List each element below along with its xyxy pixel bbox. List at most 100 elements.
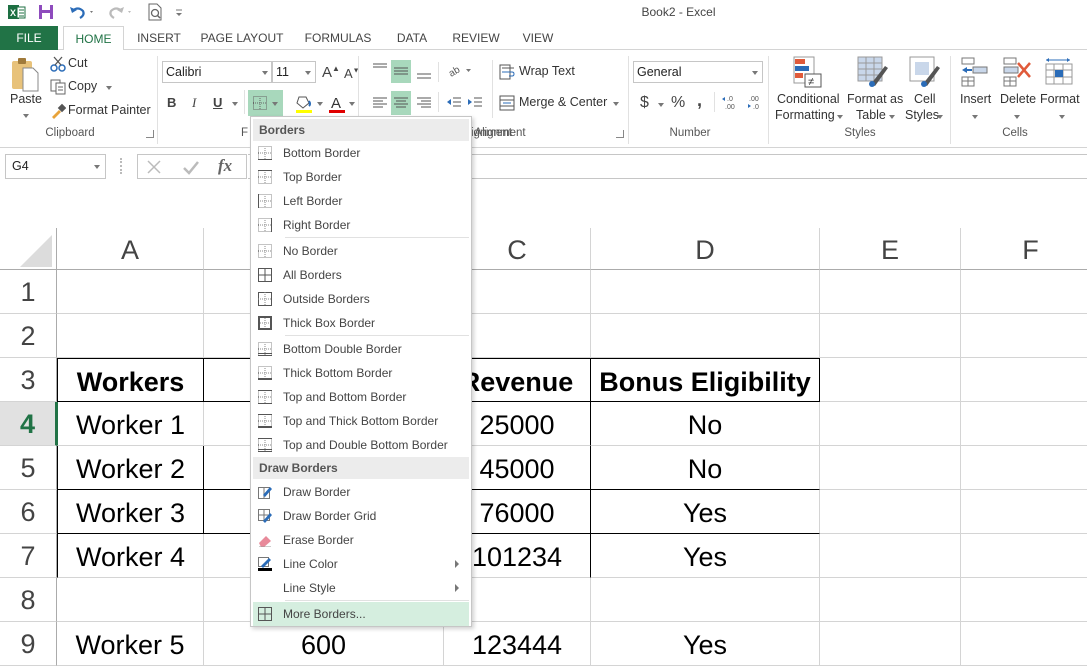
menu-item-right-border[interactable]: Right Border bbox=[253, 213, 469, 237]
italic-button[interactable]: I bbox=[192, 95, 196, 111]
align-right-icon[interactable] bbox=[416, 96, 432, 110]
format-cells-button[interactable]: Format bbox=[1039, 54, 1085, 124]
insert-function-button[interactable]: fx bbox=[218, 156, 232, 176]
menu-item-all-borders[interactable]: All Borders bbox=[253, 263, 469, 287]
cell-e4[interactable] bbox=[820, 402, 961, 446]
row-header-3[interactable]: 3 bbox=[0, 358, 57, 402]
tab-review[interactable]: REVIEW bbox=[448, 26, 504, 50]
increase-font-size-icon[interactable]: A▲ bbox=[322, 64, 340, 81]
cell-a4[interactable]: Worker 1 bbox=[57, 402, 204, 446]
merge-center-button[interactable]: Merge & Center bbox=[499, 93, 621, 113]
cell-f7[interactable] bbox=[961, 534, 1087, 578]
row-header-7[interactable]: 7 bbox=[0, 534, 57, 578]
middle-align-button[interactable] bbox=[391, 60, 411, 83]
cell-e3[interactable] bbox=[820, 358, 961, 402]
conditional-formatting-button[interactable]: ≠ Conditional Formatting bbox=[773, 54, 843, 124]
menu-item-left-border[interactable]: Left Border bbox=[253, 189, 469, 213]
increase-indent-icon[interactable] bbox=[467, 96, 483, 110]
cell-d6[interactable]: Yes bbox=[591, 490, 820, 534]
enter-check-icon[interactable] bbox=[182, 159, 200, 175]
cell-e1[interactable] bbox=[820, 270, 961, 314]
tab-home[interactable]: HOME bbox=[63, 26, 124, 51]
underline-dropdown-arrow[interactable] bbox=[232, 102, 238, 106]
row-header-2[interactable]: 2 bbox=[0, 314, 57, 358]
cell-a8[interactable] bbox=[57, 578, 204, 622]
cell-a9[interactable]: Worker 5 bbox=[57, 622, 204, 666]
row-header-5[interactable]: 5 bbox=[0, 446, 57, 490]
cell-e2[interactable] bbox=[820, 314, 961, 358]
menu-item-erase-border[interactable]: Erase Border bbox=[253, 528, 469, 552]
cell-f6[interactable] bbox=[961, 490, 1087, 534]
cell-a3[interactable]: Workers bbox=[57, 358, 204, 402]
menu-item-top-and-bottom-border[interactable]: Top and Bottom Border bbox=[253, 385, 469, 409]
cell-f2[interactable] bbox=[961, 314, 1087, 358]
paste-button[interactable]: Paste bbox=[4, 54, 46, 120]
tab-data[interactable]: DATA bbox=[390, 26, 434, 50]
bold-button[interactable]: B bbox=[167, 95, 176, 110]
cell-a5[interactable]: Worker 2 bbox=[57, 446, 204, 490]
cell-d1[interactable] bbox=[591, 270, 820, 314]
cell-d2[interactable] bbox=[591, 314, 820, 358]
currency-format-button[interactable]: $ bbox=[640, 94, 649, 112]
cell-e9[interactable] bbox=[820, 622, 961, 666]
cell-d9[interactable]: Yes bbox=[591, 622, 820, 666]
menu-item-draw-border-grid[interactable]: Draw Border Grid bbox=[253, 504, 469, 528]
cell-e5[interactable] bbox=[820, 446, 961, 490]
cell-e7[interactable] bbox=[820, 534, 961, 578]
currency-dropdown-arrow[interactable] bbox=[658, 103, 664, 107]
cell-f5[interactable] bbox=[961, 446, 1087, 490]
tab-view[interactable]: VIEW bbox=[518, 26, 558, 50]
menu-item-top-and-double-bottom-border[interactable]: Top and Double Bottom Border bbox=[253, 433, 469, 457]
menu-item-top-border[interactable]: Top Border bbox=[253, 165, 469, 189]
fill-color-dropdown-arrow[interactable] bbox=[317, 102, 323, 106]
menu-item-more-borders[interactable]: More Borders... bbox=[253, 602, 469, 626]
cell-a2[interactable] bbox=[57, 314, 204, 358]
cell-e6[interactable] bbox=[820, 490, 961, 534]
font-name-dropdown[interactable]: Calibri bbox=[162, 61, 272, 83]
menu-item-bottom-border[interactable]: Bottom Border bbox=[253, 141, 469, 165]
delete-cells-button[interactable]: Delete bbox=[997, 54, 1037, 124]
decrease-decimal-icon[interactable]: .00.0 bbox=[745, 94, 763, 110]
format-painter-button[interactable]: Format Painter bbox=[48, 102, 151, 120]
cell-b9[interactable]: 600 bbox=[204, 622, 444, 666]
comma-style-button[interactable]: , bbox=[697, 90, 702, 111]
tab-insert[interactable]: INSERT bbox=[132, 26, 186, 50]
decrease-indent-icon[interactable] bbox=[446, 96, 462, 110]
cancel-icon[interactable] bbox=[146, 159, 162, 175]
menu-item-thick-bottom-border[interactable]: Thick Bottom Border bbox=[253, 361, 469, 385]
column-header-e[interactable]: E bbox=[820, 228, 961, 270]
row-header-4[interactable]: 4 bbox=[0, 402, 57, 446]
menu-item-no-border[interactable]: No Border bbox=[253, 239, 469, 263]
center-align-button[interactable] bbox=[391, 91, 411, 115]
orientation-icon[interactable]: ab bbox=[447, 62, 473, 78]
column-header-a[interactable]: A bbox=[57, 228, 204, 270]
number-format-dropdown[interactable]: General bbox=[633, 61, 763, 83]
column-header-f[interactable]: F bbox=[961, 228, 1087, 270]
menu-item-line-style[interactable]: Line Style bbox=[253, 576, 469, 600]
column-header-d[interactable]: D bbox=[591, 228, 820, 270]
cell-f4[interactable] bbox=[961, 402, 1087, 446]
menu-item-line-color[interactable]: Line Color bbox=[253, 552, 469, 576]
menu-item-top-and-thick-bottom-border[interactable]: Top and Thick Bottom Border bbox=[253, 409, 469, 433]
align-left-icon[interactable] bbox=[372, 96, 388, 110]
cell-a1[interactable] bbox=[57, 270, 204, 314]
cell-f1[interactable] bbox=[961, 270, 1087, 314]
fill-color-button[interactable] bbox=[295, 94, 313, 114]
formula-bar-splitter[interactable] bbox=[120, 158, 122, 174]
cell-d8[interactable] bbox=[591, 578, 820, 622]
cell-e8[interactable] bbox=[820, 578, 961, 622]
wrap-text-button[interactable]: Wrap Text bbox=[499, 62, 579, 82]
row-header-9[interactable]: 9 bbox=[0, 622, 57, 666]
copy-button[interactable]: Copy bbox=[48, 78, 118, 96]
tab-formulas[interactable]: FORMULAS bbox=[300, 26, 376, 50]
font-color-button[interactable]: A bbox=[328, 94, 346, 114]
tab-page-layout[interactable]: PAGE LAYOUT bbox=[198, 26, 286, 50]
menu-item-outside-borders[interactable]: Outside Borders bbox=[253, 287, 469, 311]
cell-d3[interactable]: Bonus Eligibility bbox=[591, 358, 820, 402]
bottom-align-icon[interactable] bbox=[416, 68, 432, 82]
cell-c9[interactable]: 123444 bbox=[444, 622, 591, 666]
row-header-1[interactable]: 1 bbox=[0, 270, 57, 314]
cell-a6[interactable]: Worker 3 bbox=[57, 490, 204, 534]
font-color-dropdown-arrow[interactable] bbox=[349, 102, 355, 106]
cell-f8[interactable] bbox=[961, 578, 1087, 622]
